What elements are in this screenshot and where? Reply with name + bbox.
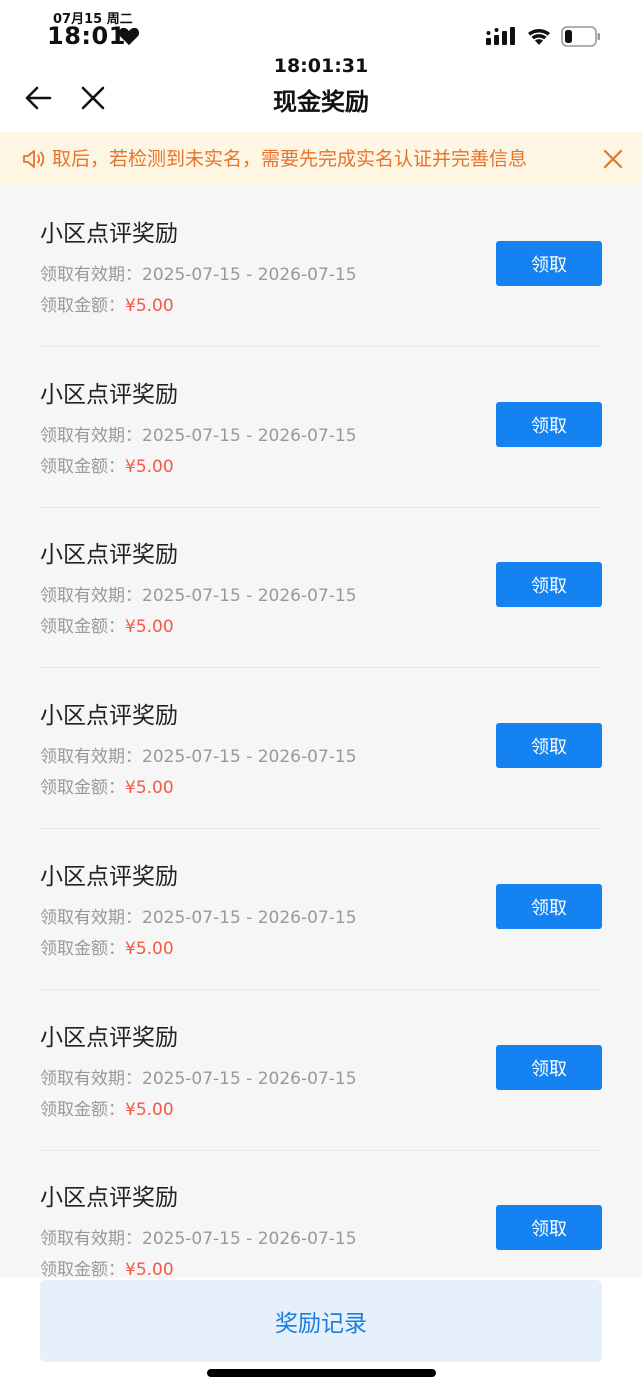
reward-amount: ¥5.00: [125, 1260, 174, 1278]
reward-period: 领取有效期：2025-07-15 - 2026-07-15: [40, 265, 357, 285]
reward-item: 小区点评奖励 领取有效期：2025-07-15 - 2026-07-15 领取金…: [40, 668, 602, 829]
reward-title: 小区点评奖励: [40, 864, 178, 890]
reward-amount: ¥5.00: [125, 1100, 174, 1120]
reward-item: 小区点评奖励 领取有效期：2025-07-15 - 2026-07-15 领取金…: [40, 829, 602, 990]
notice-close-icon[interactable]: [603, 149, 623, 169]
claim-button[interactable]: 领取: [496, 1045, 602, 1090]
heart-icon: [118, 27, 140, 46]
notice-text: 取后，若检测到未实名，需要先完成实名认证并完善信息: [52, 148, 528, 170]
reward-amount-label: 领取金额：: [40, 1260, 125, 1278]
reward-amount-row: 领取金额：¥5.00: [40, 291, 174, 316]
reward-list: 小区点评奖励 领取有效期：2025-07-15 - 2026-07-15 领取金…: [0, 186, 642, 1278]
cellular-signal-icon: [486, 27, 515, 45]
reward-amount-row: 领取金额：¥5.00: [40, 1255, 174, 1278]
reward-title: 小区点评奖励: [40, 542, 178, 568]
reward-amount-label: 领取金额：: [40, 296, 125, 316]
claim-button[interactable]: 领取: [496, 562, 602, 607]
wifi-icon: [528, 28, 550, 45]
page: 07月15 周二 18:01 18:01:31 现金奖励 取后，若检测到未实名，…: [0, 0, 642, 1389]
reward-amount-label: 领取金额：: [40, 617, 125, 637]
reward-amount-row: 领取金额：¥5.00: [40, 612, 174, 637]
reward-period: 领取有效期：2025-07-15 - 2026-07-15: [40, 586, 357, 606]
reward-item: 小区点评奖励 领取有效期：2025-07-15 - 2026-07-15 领取金…: [40, 347, 602, 508]
claim-button[interactable]: 领取: [496, 241, 602, 286]
reward-item: 小区点评奖励 领取有效期：2025-07-15 - 2026-07-15 领取金…: [40, 990, 602, 1151]
page-title: 现金奖励: [273, 88, 369, 116]
reward-amount-label: 领取金额：: [40, 1100, 125, 1120]
battery-icon: [561, 26, 600, 47]
reward-period: 领取有效期：2025-07-15 - 2026-07-15: [40, 747, 357, 767]
claim-button[interactable]: 领取: [496, 723, 602, 768]
reward-amount: ¥5.00: [125, 778, 174, 798]
claim-button[interactable]: 领取: [496, 402, 602, 447]
reward-title: 小区点评奖励: [40, 1185, 178, 1211]
reward-item: 小区点评奖励 领取有效期：2025-07-15 - 2026-07-15 领取金…: [40, 186, 602, 347]
reward-item: 小区点评奖励 领取有效期：2025-07-15 - 2026-07-15 领取金…: [40, 1150, 602, 1278]
home-indicator: [207, 1369, 436, 1377]
reward-item: 小区点评奖励 领取有效期：2025-07-15 - 2026-07-15 领取金…: [40, 507, 602, 668]
reward-amount-row: 领取金额：¥5.00: [40, 1095, 174, 1120]
nav-bar: 18:01:31 现金奖励: [0, 55, 642, 132]
reward-amount-label: 领取金额：: [40, 939, 125, 959]
nav-clock: 18:01:31: [273, 55, 369, 77]
reward-amount: ¥5.00: [125, 296, 174, 316]
reward-amount-row: 领取金额：¥5.00: [40, 773, 174, 798]
reward-amount-label: 领取金额：: [40, 778, 125, 798]
reward-amount: ¥5.00: [125, 457, 174, 477]
reward-record-button[interactable]: 奖励记录: [40, 1280, 602, 1362]
speaker-icon: [23, 150, 45, 168]
reward-title: 小区点评奖励: [40, 703, 178, 729]
claim-button[interactable]: 领取: [496, 1205, 602, 1250]
reward-amount-row: 领取金额：¥5.00: [40, 934, 174, 959]
reward-title: 小区点评奖励: [40, 382, 178, 408]
reward-amount: ¥5.00: [125, 939, 174, 959]
reward-amount-row: 领取金额：¥5.00: [40, 452, 174, 477]
reward-period: 领取有效期：2025-07-15 - 2026-07-15: [40, 908, 357, 928]
reward-period: 领取有效期：2025-07-15 - 2026-07-15: [40, 426, 357, 446]
reward-title: 小区点评奖励: [40, 221, 178, 247]
reward-amount: ¥5.00: [125, 617, 174, 637]
status-time: 18:01: [47, 22, 126, 50]
status-bar: 07月15 周二 18:01: [0, 0, 642, 55]
reward-period: 领取有效期：2025-07-15 - 2026-07-15: [40, 1229, 357, 1249]
reward-period: 领取有效期：2025-07-15 - 2026-07-15: [40, 1069, 357, 1089]
reward-amount-label: 领取金额：: [40, 457, 125, 477]
claim-button[interactable]: 领取: [496, 884, 602, 929]
reward-title: 小区点评奖励: [40, 1025, 178, 1051]
